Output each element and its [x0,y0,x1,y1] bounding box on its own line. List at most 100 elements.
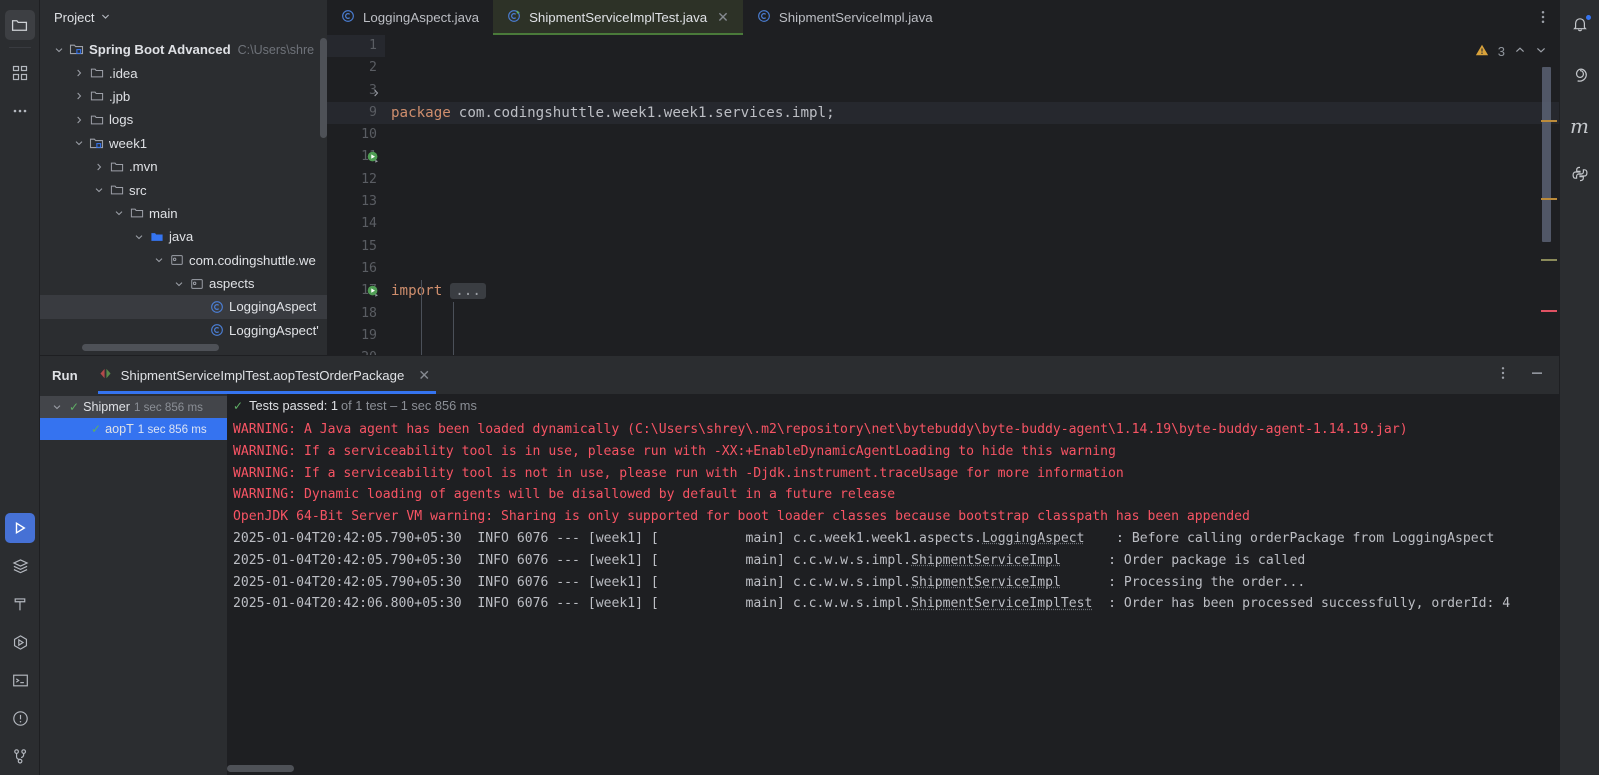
folded-imports[interactable]: ... [450,283,486,300]
close-icon[interactable]: ✕ [418,367,430,384]
gutter-line-18[interactable]: 18 [327,303,385,325]
gutter-line-9[interactable]: 9 [327,101,385,125]
gutter-line-10[interactable]: 10 [327,124,385,146]
notifications-button[interactable] [1564,10,1596,42]
tree-item-label: java [169,229,194,245]
tree-item-src[interactable]: src [40,178,327,201]
problems-tool-window-button[interactable] [5,703,35,733]
build-tool-window-button[interactable] [5,589,35,619]
run-tool-window-button[interactable] [5,513,35,543]
close-icon[interactable]: ✕ [717,9,729,26]
project-panel-header[interactable]: Project [40,0,327,35]
gutter-line-15[interactable]: 15 [327,236,385,258]
chevron-down-icon[interactable] [90,185,107,195]
log-level: INFO [477,596,509,612]
tree-item-loggingaspect-[interactable]: LoggingAspect' [40,319,327,342]
test-tree-row[interactable]: ✓ aopT 1 sec 856 ms [40,418,227,440]
project-tool-window: Project Spring Boot Advanced C:\Users\shr… [40,0,327,355]
console-horizontal-scrollbar[interactable] [227,765,294,772]
gutter-line-11[interactable]: 11 [327,146,385,168]
chevron-down-icon[interactable] [130,232,147,242]
gutter-line-1[interactable]: 1 [327,35,385,58]
java-test-class-icon [507,9,521,26]
chevron-right-icon[interactable] [70,91,87,101]
version-control-tool-window-button[interactable] [5,741,35,771]
console-output[interactable]: WARNING: A Java agent has been loaded dy… [227,417,1559,775]
tree-item-label: LoggingAspect' [229,322,319,338]
log-spacer [509,553,517,568]
chevron-down-icon[interactable] [1535,44,1547,59]
gutter-line-16[interactable]: 16 [327,258,385,280]
code-line-2[interactable] [385,191,1559,213]
chevron-right-icon[interactable] [70,68,87,78]
chevron-right-icon[interactable] [90,162,107,172]
editor-more-options-button[interactable] [1535,9,1551,30]
gutter-line-2[interactable]: 2 [327,57,385,79]
gutter-line-20[interactable]: 20 [327,347,385,355]
code-line-1[interactable]: package com.codingshuttle.week1.week1.ser… [385,101,1559,125]
project-tree-horizontal-scrollbar[interactable] [82,344,219,351]
hammer-icon [12,596,29,613]
chevron-up-icon[interactable] [1514,44,1526,59]
gutter-line-17[interactable]: 17 [327,280,385,302]
gutter-line-13[interactable]: 13 [327,191,385,213]
tree-item--mvn[interactable]: .mvn [40,155,327,178]
chevron-down-icon[interactable] [170,279,187,289]
tree-item-com-codingshuttle-we[interactable]: com.codingshuttle.we [40,249,327,272]
test-results-tree[interactable]: ✓ Shipmer 1 sec 856 ms ✓ aopT 1 sec 856 ms [40,394,227,775]
chevron-down-icon[interactable] [110,208,127,218]
tree-item-loggingaspect[interactable]: LoggingAspect [40,295,327,319]
line-number: 15 [361,238,377,254]
log-app-name: [week1] [587,574,644,590]
minimize-icon[interactable] [1529,365,1545,386]
chevron-down-icon[interactable] [70,138,87,148]
gutter-line-3[interactable]: 3 [327,80,385,102]
structure-tool-window-button[interactable] [5,58,35,88]
tree-item-java[interactable]: java [40,225,327,248]
module-icon [87,136,106,151]
tree-item-logs[interactable]: logs [40,108,327,131]
debug-tool-window-button[interactable] [5,627,35,657]
gutter-line-14[interactable]: 14 [327,213,385,235]
ellipsis-vertical-icon[interactable] [1495,365,1511,386]
more-tool-windows-button[interactable] [5,96,35,126]
services-tool-window-button[interactable] [5,551,35,581]
tree-item--idea[interactable]: .idea [40,61,327,84]
chevron-right-icon[interactable] [70,115,87,125]
editor-tab-label: ShipmentServiceImplTest.java [529,10,708,25]
editor-tab-loggingaspect-java[interactable]: LoggingAspect.java [327,0,493,35]
project-tree-vertical-scrollbar[interactable] [320,38,327,138]
editor-tab-bar[interactable]: LoggingAspect.java ShipmentServiceImplTes… [327,0,1559,35]
editor-gutter[interactable]: 12391011121314151617181920 [327,35,385,355]
python-packages-button[interactable] [1564,160,1596,192]
code-lines[interactable]: package com.codingshuttle.week1.week1.ser… [385,35,1559,355]
chevron-down-icon[interactable] [50,45,67,55]
gutter-line-19[interactable]: 19 [327,325,385,347]
project-tool-window-button[interactable] [4,10,35,40]
warning-circle-icon [12,710,29,727]
tree-item-aspects[interactable]: aspects [40,272,327,295]
chevron-down-icon[interactable] [150,255,167,265]
log-logger-class-link: ShipmentServiceImpl [911,574,1061,590]
tree-item-main[interactable]: main [40,202,327,225]
console-line: 2025-01-04T20:42:05.790+05:30 INFO 6076 … [233,550,1559,572]
inspection-widget[interactable]: 3 [1475,43,1547,60]
editor-tab-shipmentserviceimpl-java[interactable]: ShipmentServiceImpl.java [743,0,947,35]
editor-tab-shipmentserviceimpltest-java[interactable]: ShipmentServiceImplTest.java ✕ [493,0,743,35]
code-line-3[interactable]: import... [385,280,1559,302]
chevron-down-icon[interactable] [100,9,111,27]
tree-item-week1[interactable]: week1 [40,132,327,155]
ai-assistant-button[interactable] [1564,60,1596,92]
code-viewport[interactable]: package com.codingshuttle.week1.week1.ser… [385,35,1559,355]
chevron-down-icon[interactable] [48,402,65,412]
test-tree-row[interactable]: ✓ Shipmer 1 sec 856 ms [40,396,227,418]
maven-button[interactable]: m [1564,110,1596,142]
tree-item-spring-boot-advanced[interactable]: Spring Boot Advanced C:\Users\shre [40,38,327,61]
log-pid: 6076 [516,552,549,568]
project-file-tree[interactable]: Spring Boot Advanced C:\Users\shre .idea .j… [40,35,327,355]
gutter-line-12[interactable]: 12 [327,169,385,191]
terminal-tool-window-button[interactable] [5,665,35,695]
run-console[interactable]: ✓ Tests passed: 1 of 1 test – 1 sec 856 … [227,394,1559,775]
run-configuration-tab[interactable]: ShipmentServiceImplTest.aopTestOrderPack… [97,356,437,394]
tree-item--jpb[interactable]: .jpb [40,85,327,108]
